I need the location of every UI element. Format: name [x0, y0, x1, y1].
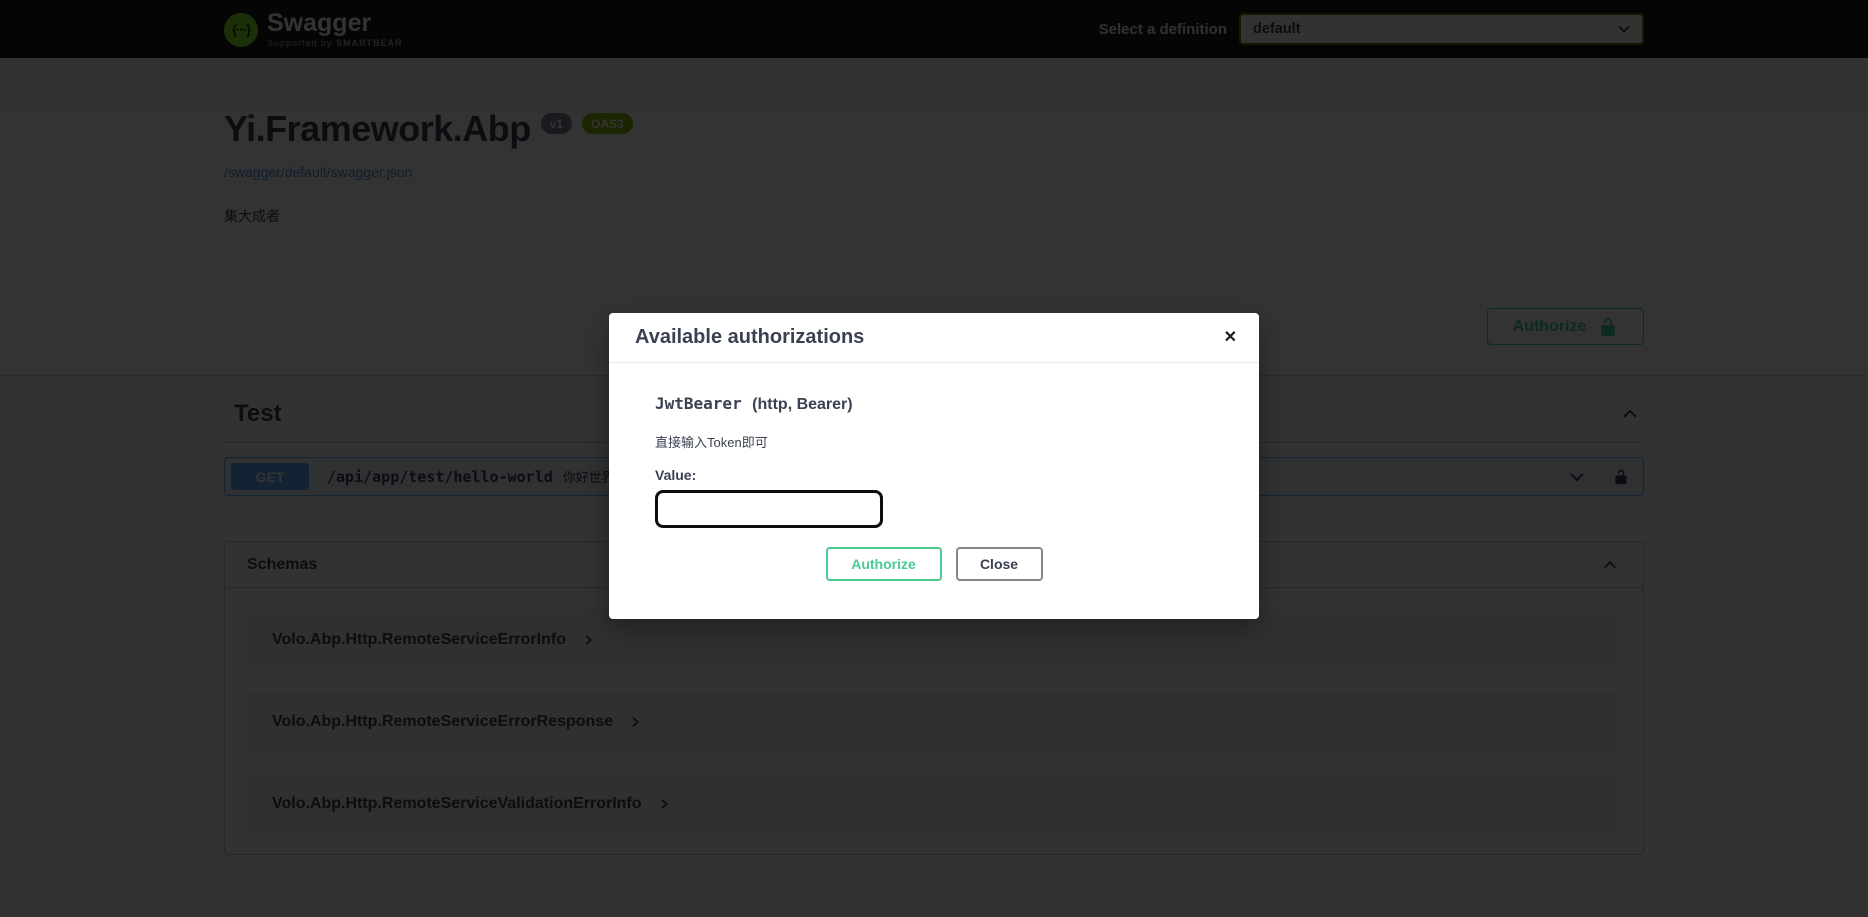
- close-icon[interactable]: ✕: [1220, 326, 1241, 350]
- token-value-input[interactable]: [655, 490, 883, 528]
- auth-scheme-type: (http, Bearer): [752, 396, 852, 413]
- value-label: Value:: [655, 467, 1213, 483]
- modal-header: Available authorizations ✕: [609, 313, 1259, 363]
- auth-scheme-name: JwtBearer: [655, 394, 748, 413]
- modal-title: Available authorizations: [635, 326, 864, 349]
- modal-body: JwtBearer (http, Bearer) 直接输入Token即可 Val…: [609, 363, 1259, 619]
- modal-authorize-button[interactable]: Authorize: [826, 547, 942, 581]
- modal-close-button[interactable]: Close: [956, 547, 1043, 581]
- auth-scheme-title: JwtBearer (http, Bearer): [655, 394, 1213, 414]
- authorizations-modal: Available authorizations ✕ JwtBearer (ht…: [609, 313, 1259, 619]
- auth-description: 直接输入Token即可: [655, 432, 1213, 451]
